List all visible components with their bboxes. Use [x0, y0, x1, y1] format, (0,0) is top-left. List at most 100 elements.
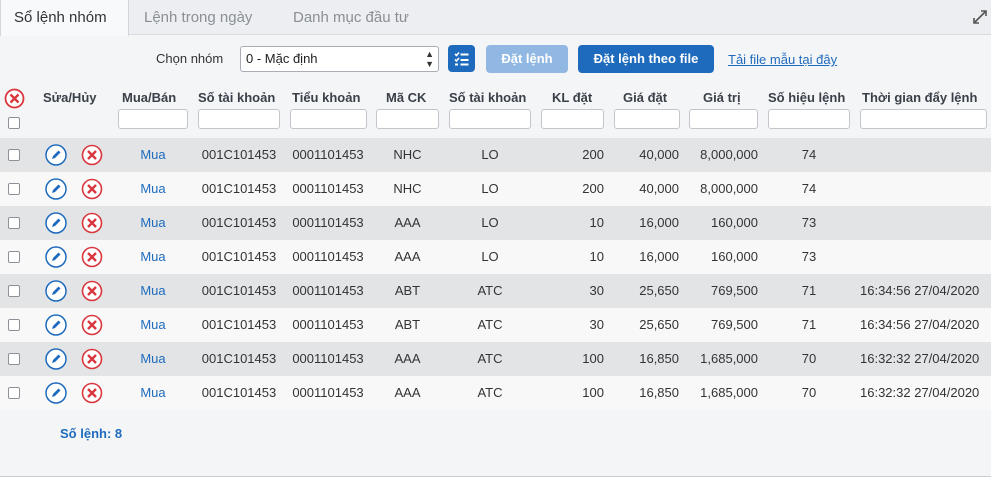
close-circle-icon[interactable]	[81, 314, 103, 336]
cell-account: 001C101453	[201, 181, 277, 196]
filter-value-input[interactable]	[689, 109, 758, 129]
cancel-all-icon[interactable]	[4, 88, 25, 109]
cell-qty: 30	[589, 317, 604, 332]
cell-order-type: ATC	[477, 351, 503, 366]
close-circle-icon[interactable]	[81, 348, 103, 370]
cell-side: Mua	[140, 385, 166, 400]
close-circle-icon[interactable]	[81, 212, 103, 234]
cell-push-time: 16:32:32 27/04/2020	[860, 385, 980, 400]
checklist-icon	[454, 51, 469, 66]
filter-sub-account-input[interactable]	[290, 109, 367, 129]
cell-side: Mua	[140, 317, 166, 332]
row-checkbox[interactable]	[8, 217, 20, 229]
close-circle-icon[interactable]	[81, 280, 103, 302]
cell-account: 001C101453	[201, 317, 277, 332]
row-checkbox[interactable]	[8, 387, 20, 399]
place-order-button[interactable]: Đặt lệnh	[486, 45, 568, 73]
group-select[interactable]: 0 - Mặc định ▲ ▼	[240, 46, 439, 72]
pencil-icon[interactable]	[45, 178, 67, 200]
cell-order-no: 73	[801, 215, 817, 230]
header-value: Giá trị	[703, 90, 741, 105]
row-checkbox[interactable]	[8, 251, 20, 263]
filter-symbol-input[interactable]	[376, 109, 439, 129]
close-circle-icon[interactable]	[81, 246, 103, 268]
filter-price-input[interactable]	[614, 109, 680, 129]
cell-push-time	[860, 138, 991, 172]
pencil-icon[interactable]	[45, 246, 67, 268]
cell-sub-account: 0001101453	[292, 249, 364, 264]
expand-icon[interactable]	[972, 9, 988, 25]
cell-push-time: 16:34:56 27/04/2020	[860, 317, 980, 332]
close-circle-icon[interactable]	[81, 382, 103, 404]
cell-order-no: 71	[801, 317, 817, 332]
filter-order-no-input[interactable]	[768, 109, 850, 129]
cell-price: 16,000	[639, 215, 679, 230]
row-checkbox[interactable]	[8, 319, 20, 331]
cell-sub-account: 0001101453	[292, 181, 364, 196]
pencil-icon[interactable]	[45, 212, 67, 234]
cell-symbol: AAA	[394, 215, 421, 230]
row-checkbox[interactable]	[8, 149, 20, 161]
filter-side-input[interactable]	[118, 109, 188, 129]
header-order-type: Số tài khoản	[449, 90, 527, 105]
cell-symbol: AAA	[394, 249, 421, 264]
cell-symbol: AAA	[394, 351, 421, 366]
header-sub-account: Tiểu khoản	[292, 90, 361, 105]
row-checkbox[interactable]	[8, 183, 20, 195]
download-template-link[interactable]: Tải file mẫu tại đây	[728, 52, 837, 67]
close-circle-icon[interactable]	[81, 144, 103, 166]
cell-sub-account: 0001101453	[292, 283, 364, 298]
order-book-panel: Sổ lệnh nhóm Lệnh trong ngày Danh mục đầ…	[0, 0, 991, 477]
cell-price: 25,650	[639, 317, 679, 332]
cell-order-type: LO	[481, 215, 499, 230]
cell-price: 25,650	[639, 283, 679, 298]
place-order-by-file-button[interactable]: Đặt lệnh theo file	[578, 45, 714, 73]
tab-group-order-book[interactable]: Sổ lệnh nhóm	[0, 0, 129, 36]
pencil-icon[interactable]	[45, 144, 67, 166]
pencil-icon[interactable]	[45, 280, 67, 302]
filter-push-time-input[interactable]	[860, 109, 987, 129]
table-row: Mua 001C101453 0001101453 AAA ATC 100 16…	[0, 342, 991, 376]
group-select-value: 0 - Mặc định	[246, 51, 318, 66]
close-circle-icon[interactable]	[81, 178, 103, 200]
group-label: Chọn nhóm	[156, 51, 224, 66]
cell-value: 769,500	[711, 317, 758, 332]
cell-value: 1,685,000	[700, 385, 758, 400]
row-checkbox[interactable]	[8, 285, 20, 297]
pencil-icon[interactable]	[45, 348, 67, 370]
cell-push-time	[860, 172, 991, 206]
cell-order-type: LO	[481, 147, 499, 162]
cell-price: 16,850	[639, 385, 679, 400]
pencil-icon[interactable]	[45, 314, 67, 336]
row-checkbox[interactable]	[8, 353, 20, 365]
pencil-icon[interactable]	[45, 382, 67, 404]
filter-order-type-input[interactable]	[449, 109, 531, 129]
cell-qty: 100	[582, 385, 604, 400]
select-all-checkbox[interactable]	[8, 117, 20, 129]
cell-order-no: 70	[801, 351, 817, 366]
cell-sub-account: 0001101453	[292, 351, 364, 366]
table-row: Mua 001C101453 0001101453 AAA LO 10 16,0…	[0, 206, 991, 240]
cell-value: 8,000,000	[700, 181, 758, 196]
cell-account: 001C101453	[201, 215, 277, 230]
header-qty: KL đặt	[552, 90, 593, 105]
cell-symbol: ABT	[394, 317, 421, 332]
cell-push-time	[860, 206, 991, 240]
cell-side: Mua	[140, 249, 166, 264]
cell-account: 001C101453	[201, 249, 277, 264]
cell-value: 160,000	[711, 215, 758, 230]
tab-today-orders[interactable]: Lệnh trong ngày	[131, 0, 265, 35]
checklist-button[interactable]	[448, 45, 475, 72]
filter-qty-input[interactable]	[541, 109, 604, 129]
table-row: Mua 001C101453 0001101453 NHC LO 200 40,…	[0, 172, 991, 206]
cell-push-time: 16:32:32 27/04/2020	[860, 351, 980, 366]
cell-push-time: 16:34:56 27/04/2020	[860, 283, 980, 298]
cell-value: 1,685,000	[700, 351, 758, 366]
cell-price: 40,000	[639, 181, 679, 196]
cell-price: 16,000	[639, 249, 679, 264]
cell-side: Mua	[140, 351, 166, 366]
filter-account-input[interactable]	[198, 109, 280, 129]
tab-portfolio[interactable]: Danh mục đầu tư	[280, 0, 422, 35]
cell-sub-account: 0001101453	[292, 385, 364, 400]
cell-account: 001C101453	[201, 283, 277, 298]
